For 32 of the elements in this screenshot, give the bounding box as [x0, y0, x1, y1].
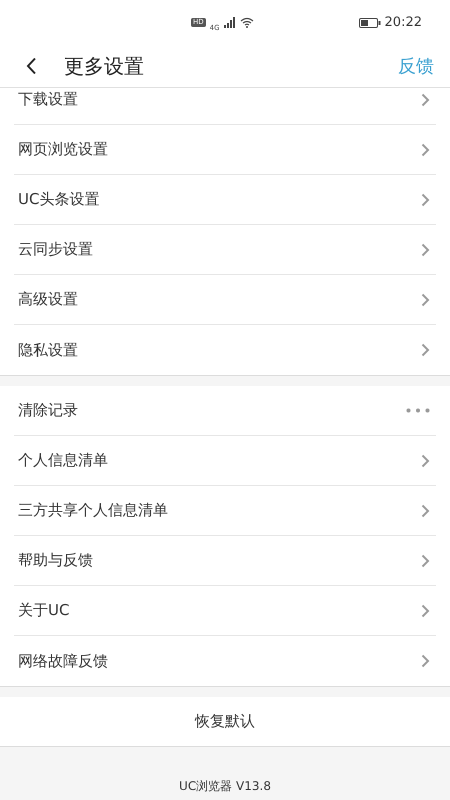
- settings-item[interactable]: 清除记录: [14, 386, 436, 436]
- chevron-icon: [421, 343, 430, 357]
- settings-item[interactable]: 个人信息清单: [14, 436, 436, 486]
- battery-icon: [358, 18, 381, 28]
- settings-item[interactable]: 三方共享个人信息清单: [14, 486, 436, 536]
- settings-item[interactable]: 隐私设置: [14, 325, 436, 375]
- status-time: 20:22: [384, 14, 422, 32]
- chevron-icon: [421, 292, 430, 306]
- signal-icon: [224, 17, 236, 28]
- chevron-icon: [421, 604, 430, 618]
- chevron-icon: [421, 142, 430, 156]
- settings-item[interactable]: 下载设置: [14, 88, 436, 125]
- chevron-icon: [421, 554, 430, 568]
- settings-item[interactable]: 关于UC: [14, 586, 436, 636]
- version-text: UC浏览器 V13.8: [179, 778, 271, 795]
- wifi-icon: [240, 17, 254, 28]
- chevron-icon: [421, 504, 430, 518]
- settings-item[interactable]: 云同步设置: [14, 225, 436, 275]
- settings-item[interactable]: 网络故障反馈: [14, 636, 436, 686]
- page-title: 更多设置: [64, 53, 145, 80]
- chevron-icon: [421, 654, 430, 668]
- settings-item[interactable]: 高级设置: [14, 275, 436, 325]
- more-icon: [406, 408, 430, 413]
- settings-item[interactable]: 网页浏览设置: [14, 125, 436, 175]
- chevron-icon: [421, 92, 430, 106]
- back-icon: [26, 57, 36, 75]
- chevron-icon: [421, 242, 430, 256]
- chevron-icon: [421, 192, 430, 206]
- settings-item[interactable]: UC头条设置: [14, 175, 436, 225]
- reset-button[interactable]: 恢复默认: [0, 697, 450, 747]
- settings-item[interactable]: 帮助与反馈: [14, 536, 436, 586]
- chevron-icon: [421, 454, 430, 468]
